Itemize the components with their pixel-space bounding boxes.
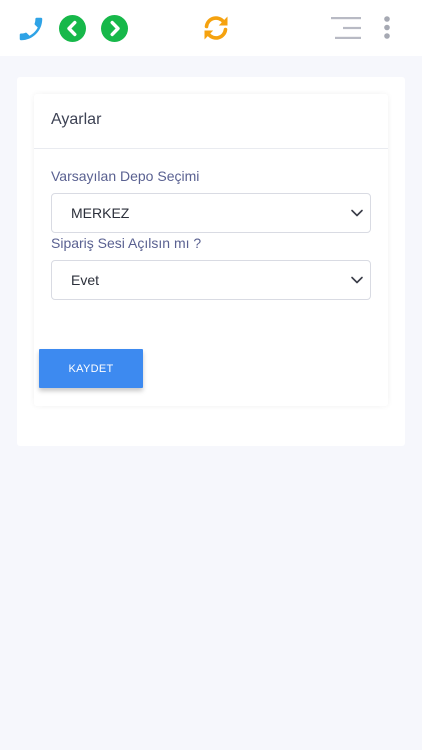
- order-sound-value: Evet: [71, 272, 100, 288]
- top-toolbar: [0, 0, 422, 56]
- menu-lines-icon[interactable]: [331, 16, 363, 40]
- chevron-left-circle-icon[interactable]: [59, 15, 86, 42]
- chevron-down-icon: [351, 276, 363, 284]
- card-title: Ayarlar: [51, 111, 102, 128]
- order-sound-label: Sipariş Sesi Açılsın mı ?: [51, 235, 202, 251]
- default-warehouse-select[interactable]: MERKEZ: [51, 193, 371, 233]
- refresh-icon[interactable]: [201, 13, 231, 43]
- default-warehouse-value: MERKEZ: [71, 205, 130, 221]
- order-sound-select[interactable]: Evet: [51, 260, 371, 300]
- default-warehouse-label: Varsayılan Depo Seçimi: [51, 168, 200, 184]
- kebab-menu-icon[interactable]: [382, 15, 392, 41]
- chevron-down-icon: [351, 209, 363, 217]
- chevron-right-circle-icon[interactable]: [101, 15, 128, 42]
- phone-icon[interactable]: [16, 14, 46, 44]
- card-divider: [34, 148, 388, 149]
- save-button[interactable]: KAYDET: [39, 349, 143, 388]
